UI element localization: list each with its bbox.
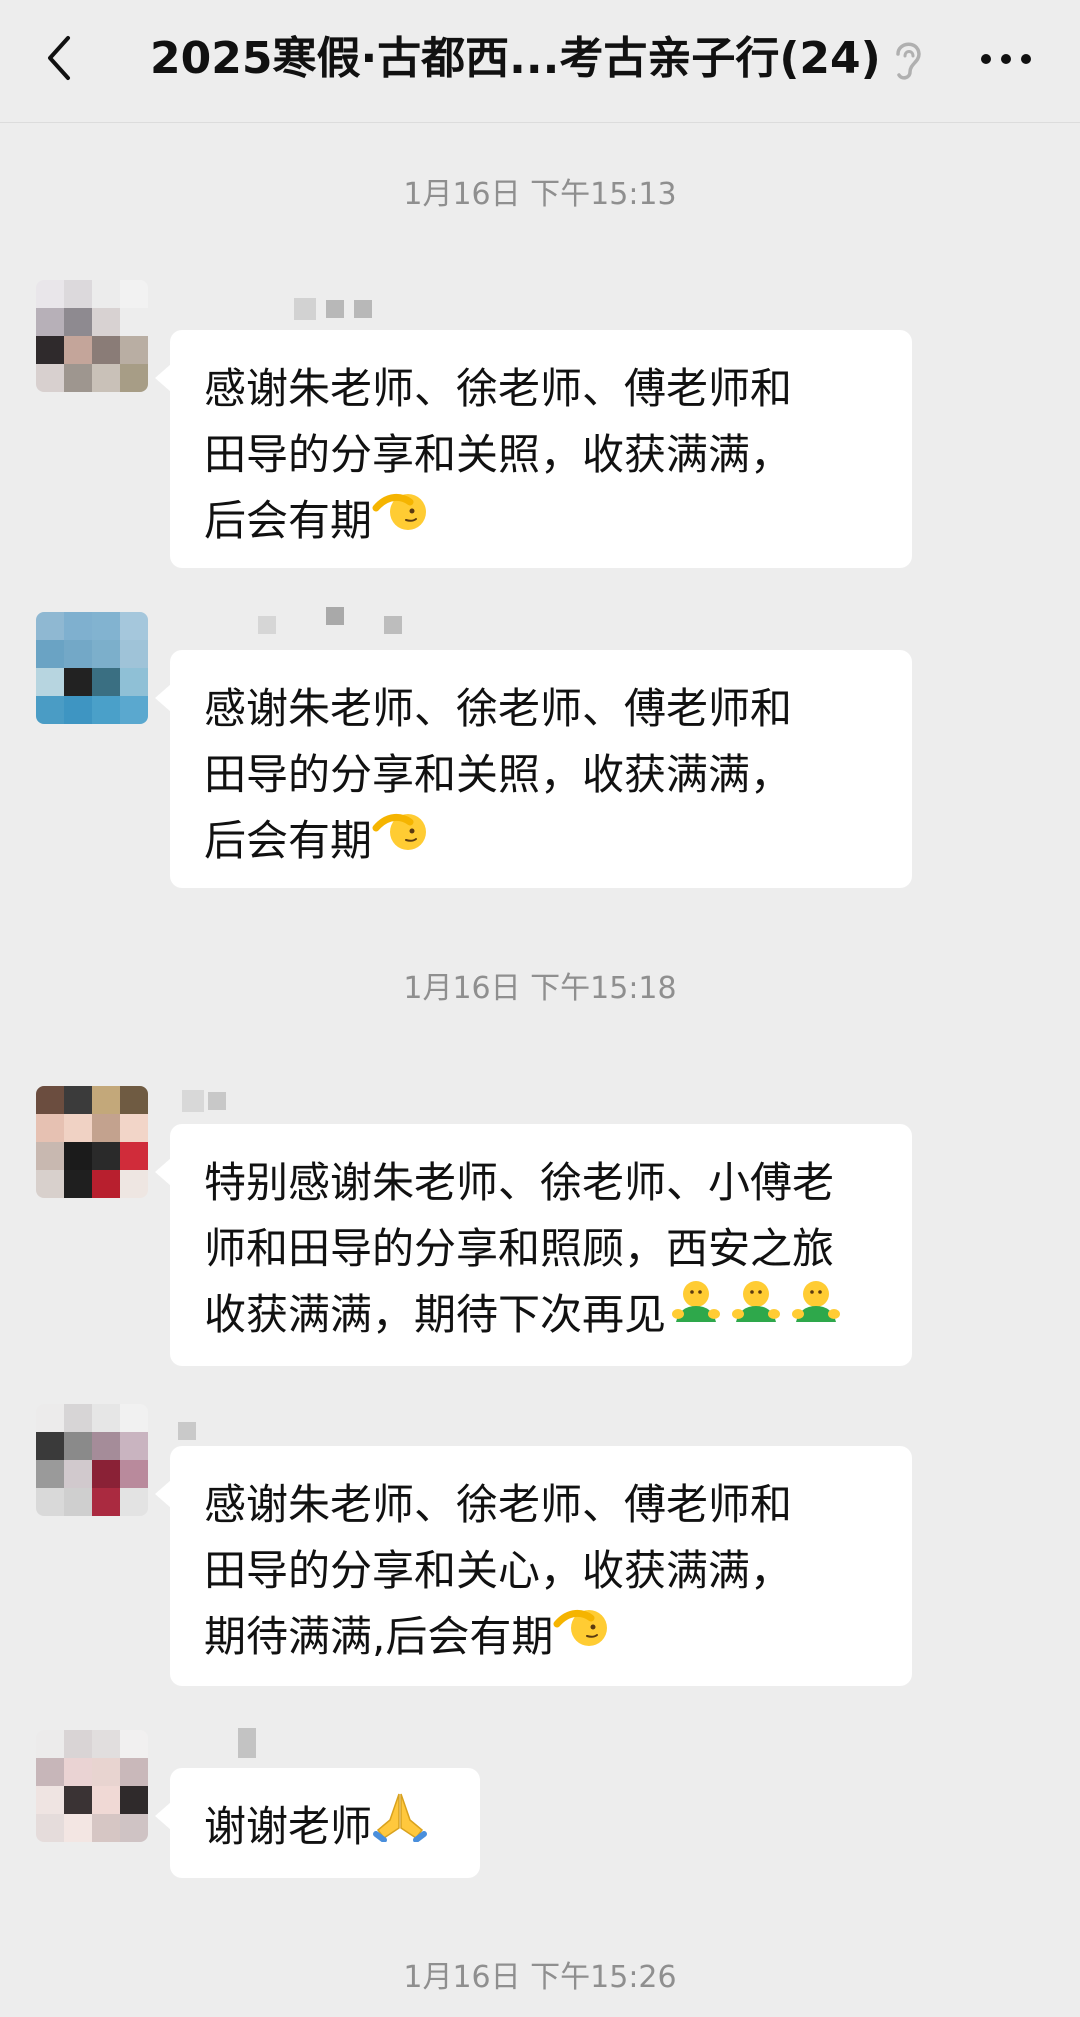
saluting-face-icon	[372, 486, 428, 553]
sender-nickname	[178, 607, 402, 638]
avatar[interactable]	[36, 1730, 148, 1842]
sender-nickname	[178, 1728, 256, 1758]
hugging-figure-icon	[666, 1278, 846, 1349]
message-bubble[interactable]: 特别感谢朱老师、徐老师、小傅老 师和田导的分享和照顾，西安之旅 收获满满，期待下…	[155, 1124, 912, 1366]
message-bubble[interactable]: 谢谢老师	[155, 1768, 480, 1878]
message-text: 感谢朱老师、徐老师、傅老师和 田导的分享和关照，收获满满， 后会有期	[204, 684, 793, 865]
message-text: 感谢朱老师、徐老师、傅老师和 田导的分享和关心，收获满满， 期待满满,后会有期	[204, 1480, 793, 1661]
chat-header: 2025寒假·古都西...考古亲子行(24)	[0, 0, 1080, 123]
timestamp: 1月16日 下午15:18	[403, 971, 677, 1006]
timestamp: 1月16日 下午15:26	[403, 1960, 677, 1995]
message-text: 谢谢老师	[204, 1802, 373, 1851]
message-text: 感谢朱老师、徐老师、傅老师和 田导的分享和关照，收获满满， 后会有期	[204, 364, 793, 545]
avatar[interactable]	[36, 612, 148, 724]
timestamp: 1月16日 下午15:13	[403, 177, 677, 212]
avatar[interactable]	[36, 1086, 148, 1198]
sender-nickname	[178, 296, 372, 322]
message-bubble[interactable]: 感谢朱老师、徐老师、傅老师和 田导的分享和关照，收获满满， 后会有期	[155, 330, 912, 568]
chevron-left-icon	[48, 36, 70, 80]
saluting-face-icon	[372, 806, 428, 873]
avatar[interactable]	[36, 280, 148, 392]
sender-nickname	[178, 1088, 226, 1114]
back-button[interactable]	[28, 26, 92, 90]
more-dots-icon	[981, 54, 1031, 64]
saluting-face-icon	[553, 1602, 609, 1669]
ear-icon	[896, 42, 921, 80]
avatar[interactable]	[36, 1404, 148, 1516]
message-bubble[interactable]: 感谢朱老师、徐老师、傅老师和 田导的分享和关照，收获满满， 后会有期	[155, 650, 912, 888]
more-button[interactable]	[966, 28, 1046, 90]
message-bubble[interactable]: 感谢朱老师、徐老师、傅老师和 田导的分享和关心，收获满满， 期待满满,后会有期	[155, 1446, 912, 1686]
chat-title: 2025寒假·古都西...考古亲子行(24)	[150, 33, 881, 84]
folded-hands-icon	[372, 1790, 428, 1861]
sender-nickname	[178, 1418, 196, 1444]
